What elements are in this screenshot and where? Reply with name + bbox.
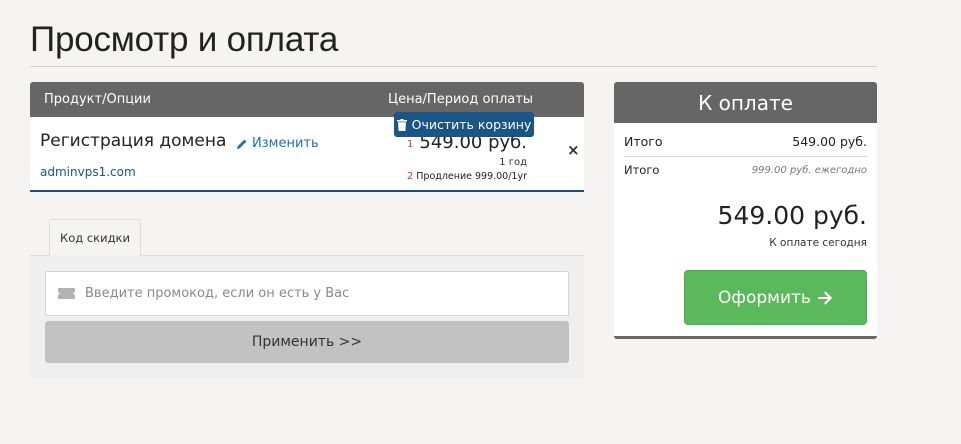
recurring-label: Итого [624,163,660,177]
title-divider [30,66,877,67]
promo-code-input[interactable]: Введите промокод, если он есть у Вас [45,271,569,316]
recurring-row: Итого 999.00 руб. ежегодно [624,163,867,177]
subtotal-row: Итого 549.00 руб. [624,133,867,157]
item-name: Регистрация домена [40,131,227,151]
ticket-icon [58,288,75,299]
promo-code-placeholder: Введите промокод, если он есть у Вас [85,286,350,301]
subtotal-label: Итого [624,134,663,149]
remove-item-button[interactable]: × [567,141,580,159]
item-billing-cycle: 1 год [499,157,527,168]
arrow-right-icon [817,290,833,305]
column-price: Цена/Период оплаты [388,92,534,107]
summary-title: К оплате [614,82,877,123]
page-title: Просмотр и оплата [30,20,339,59]
edit-label: Изменить [252,136,319,151]
column-product: Продукт/Опции [44,92,151,107]
apply-promo-button[interactable]: Применить >> [45,321,569,363]
clear-cart-label: Очистить корзину [411,117,532,132]
cart-table: Продукт/Опции Цена/Период оплаты Регистр… [30,82,584,192]
total-due-caption: К оплате сегодня [769,237,867,249]
total-due: 549.00 руб. [717,201,867,230]
annotation-marker-1: 1 [407,139,414,150]
checkout-label: Оформить [718,287,811,308]
annotation-marker-2: 2 [407,171,414,182]
order-summary: К оплате Итого 549.00 руб. Итого 999.00 … [614,82,877,339]
subtotal-value: 549.00 руб. [792,134,867,149]
edit-link[interactable]: Изменить [236,136,319,151]
recurring-value: 999.00 руб. ежегодно [751,164,867,176]
trash-icon [396,118,407,131]
checkout-button[interactable]: Оформить [684,270,867,325]
tab-promo-code[interactable]: Код скидки [49,219,141,256]
item-renewal-price: Продление 999.00/1yr [416,171,527,182]
pencil-icon [237,139,247,149]
clear-cart-button[interactable]: Очистить корзину [394,112,534,137]
item-domain: adminvps1.com [40,165,136,179]
